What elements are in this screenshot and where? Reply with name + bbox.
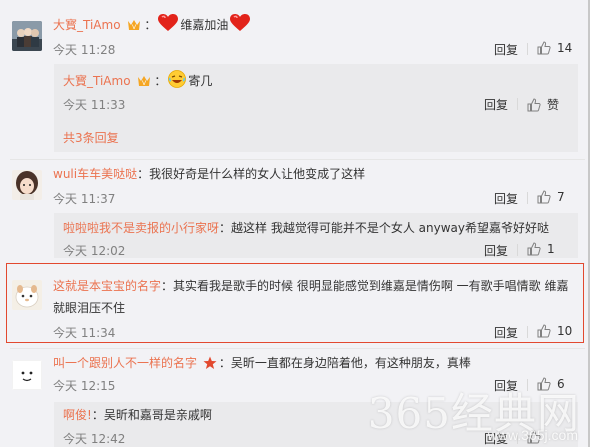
more-replies-link[interactable]: 共3条回复 <box>63 129 119 146</box>
reply-text: 大寳_TiAmo V ： 寄几 <box>63 70 212 94</box>
reply-time: 今天 12:02 <box>63 244 126 258</box>
reply-time: 今天 11:33 <box>63 98 126 112</box>
divider <box>527 192 528 204</box>
reply-button[interactable]: 回复 <box>494 324 518 341</box>
like-count: 14 <box>557 41 573 55</box>
like-button[interactable]: 14 <box>537 41 572 55</box>
comment-body: 我很好奇是什么样的女人让他变成了这样 <box>149 167 366 181</box>
reply-text: 啊俊!：吴昕和嘉哥是亲戚啊 <box>63 408 212 422</box>
divider <box>517 98 518 110</box>
like-button[interactable]: 1 <box>527 242 555 256</box>
comment-text: 大寳_TiAmo V ： 维嘉加油 <box>53 14 252 38</box>
comment-text-continued: 就眼泪压不住 <box>53 301 126 315</box>
reply-button[interactable]: 回复 <box>484 242 508 259</box>
comment-time: 今天 11:37 <box>53 192 116 206</box>
comment-text: 叫一个跟别人不一样的名字 ：吴昕一直都在身边陪着他，有这种朋友，真棒 <box>53 353 471 376</box>
laughing-emoji-icon <box>168 70 187 94</box>
reply-button[interactable]: 回复 <box>494 41 518 58</box>
reply-body: 越这样 我越觉得可能并不是个女人 anyway希望嘉爷好好哒 <box>231 221 549 235</box>
like-button[interactable]: 赞 <box>527 96 559 113</box>
thumbs-up-icon <box>527 242 541 256</box>
like-label: 赞 <box>547 98 560 112</box>
watermark-url: www.365j.com <box>487 427 578 443</box>
comment-text: wuli车车美哒哒：我很好奇是什么样的女人让他变成了这样 <box>53 167 366 181</box>
reply-time: 今天 12:42 <box>63 432 126 446</box>
comment-time: 今天 11:34 <box>53 326 116 340</box>
thumbs-up-icon <box>537 41 551 55</box>
reply-button[interactable]: 回复 <box>484 96 508 113</box>
divider <box>10 159 585 160</box>
vip-badge-icon: V <box>136 74 152 94</box>
reply-text: 啦啦啦我不是卖报的小行家呀：越这样 我越觉得可能并不是个女人 anyway希望嘉… <box>63 221 549 235</box>
divider <box>517 244 518 256</box>
reply-button[interactable]: 回复 <box>494 190 518 207</box>
comment-body: 维嘉加油 <box>180 18 229 32</box>
vip-badge-icon: V <box>126 18 142 38</box>
thumbs-up-icon <box>537 190 551 204</box>
like-button[interactable]: 10 <box>537 324 572 338</box>
reply-body: 寄几 <box>188 74 213 88</box>
heart-emoji-icon <box>158 14 179 38</box>
like-count: 10 <box>557 324 573 338</box>
avatar[interactable] <box>12 360 42 390</box>
comment-body: 其实看我是歌手的时候 很明显能感觉到维嘉是情伤啊 一有歌手唱情歌 维嘉 <box>173 279 569 293</box>
username-link[interactable]: wuli车车美哒哒 <box>53 167 137 181</box>
username-link[interactable]: 叫一个跟别人不一样的名字 <box>53 356 197 370</box>
comment-text: 这就是本宝宝的名字：其实看我是歌手的时候 很明显能感觉到维嘉是情伤啊 一有歌手唱… <box>53 279 569 293</box>
divider <box>527 326 528 338</box>
thumbs-up-icon <box>527 97 541 111</box>
comment-time: 今天 12:15 <box>53 379 116 393</box>
heart-emoji-icon <box>230 14 251 38</box>
username-link[interactable]: 大寳_TiAmo <box>53 18 121 32</box>
thumbs-up-icon <box>537 324 551 338</box>
comment-body: 吴昕一直都在身边陪着他，有这种朋友，真棒 <box>230 356 471 370</box>
avatar[interactable] <box>12 170 42 200</box>
username-link[interactable]: 啊俊! <box>63 408 92 422</box>
divider <box>527 43 528 55</box>
avatar[interactable] <box>12 280 42 310</box>
reply-body: 吴昕和嘉哥是亲戚啊 <box>103 408 212 422</box>
star-badge-icon <box>203 356 217 376</box>
like-count: 7 <box>557 190 565 204</box>
like-count: 1 <box>547 242 555 256</box>
username-link[interactable]: 啦啦啦我不是卖报的小行家呀 <box>63 221 219 235</box>
avatar[interactable] <box>12 21 42 51</box>
comment-time: 今天 11:28 <box>53 43 116 57</box>
username-link[interactable]: 大寳_TiAmo <box>63 74 131 88</box>
like-button[interactable]: 7 <box>537 190 565 204</box>
username-link[interactable]: 这就是本宝宝的名字 <box>53 279 161 293</box>
divider <box>10 348 585 349</box>
